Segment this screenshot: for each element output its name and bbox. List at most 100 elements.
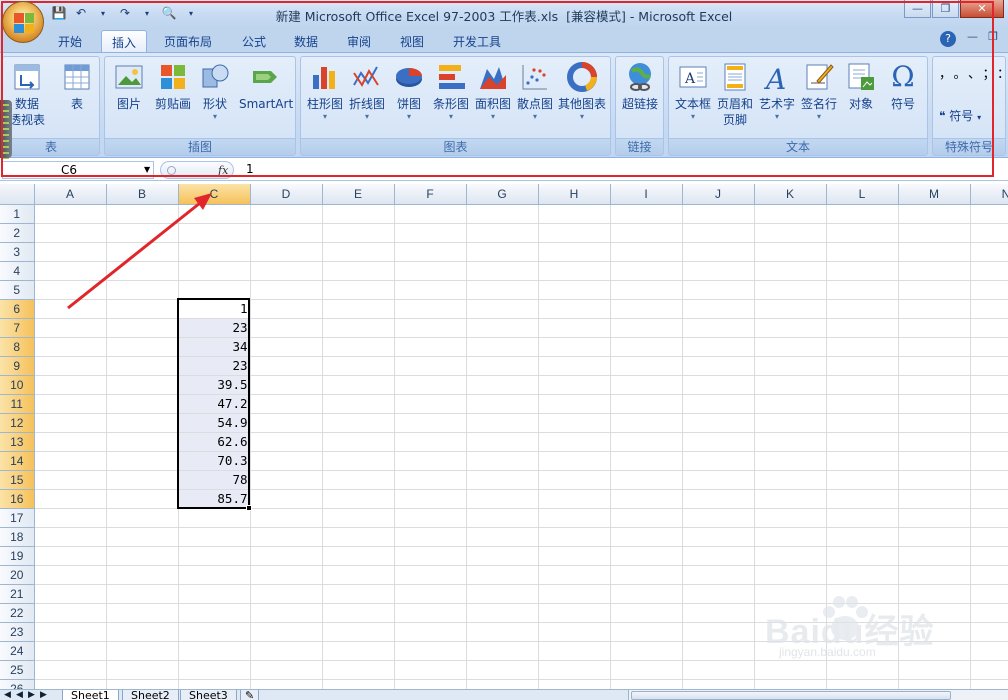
cell-l15[interactable] [826,470,899,490]
cell-e23[interactable] [322,622,395,642]
cell-i18[interactable] [610,527,683,547]
cell-d9[interactable] [250,356,323,376]
cell-i2[interactable] [610,223,683,243]
cell-b12[interactable] [106,413,179,433]
cell-g18[interactable] [466,527,539,547]
close-icon[interactable]: ✕ [960,0,1004,18]
cell-c3[interactable] [178,242,251,262]
cell-m2[interactable] [898,223,971,243]
cell-b3[interactable] [106,242,179,262]
cell-b22[interactable] [106,603,179,623]
cell-a17[interactable] [34,508,107,528]
cell-k15[interactable] [754,470,827,490]
cell-j24[interactable] [682,641,755,661]
cell-c19[interactable] [178,546,251,566]
cell-h6[interactable] [538,299,611,319]
line-chart-button[interactable]: 折线图 ▾ [345,59,389,135]
column-chart-button[interactable]: 柱形图 ▾ [303,59,347,135]
restore-workbook-icon[interactable]: ❐ [988,30,998,43]
cell-n12[interactable] [970,413,1008,433]
cell-g12[interactable] [466,413,539,433]
cell-d11[interactable] [250,394,323,414]
cell-c11[interactable]: 47.2 [178,394,251,414]
cell-n6[interactable] [970,299,1008,319]
cell-b15[interactable] [106,470,179,490]
cell-g19[interactable] [466,546,539,566]
cell-n9[interactable] [970,356,1008,376]
cell-l1[interactable] [826,204,899,224]
cell-a11[interactable] [34,394,107,414]
cell-e22[interactable] [322,603,395,623]
cell-f14[interactable] [394,451,467,471]
cell-f24[interactable] [394,641,467,661]
cell-n1[interactable] [970,204,1008,224]
cell-k12[interactable] [754,413,827,433]
name-box-dropdown-icon[interactable]: ▼ [144,165,150,174]
cell-e21[interactable] [322,584,395,604]
cell-b17[interactable] [106,508,179,528]
cell-j3[interactable] [682,242,755,262]
cell-i11[interactable] [610,394,683,414]
cell-g5[interactable] [466,280,539,300]
cell-j6[interactable] [682,299,755,319]
column-header-h[interactable]: H [538,184,611,205]
cell-b9[interactable] [106,356,179,376]
wordart-button[interactable]: A 艺术字 ▾ [755,59,799,135]
cell-k18[interactable] [754,527,827,547]
cell-i17[interactable] [610,508,683,528]
cell-n17[interactable] [970,508,1008,528]
scrollbar-thumb[interactable] [631,691,951,700]
cell-e4[interactable] [322,261,395,281]
cell-m18[interactable] [898,527,971,547]
pie-chart-button[interactable]: 饼图 ▾ [387,59,431,135]
cell-k8[interactable] [754,337,827,357]
cell-j22[interactable] [682,603,755,623]
cell-l6[interactable] [826,299,899,319]
header-footer-button[interactable]: 页眉和 页脚 [713,59,757,135]
cell-j2[interactable] [682,223,755,243]
cell-j14[interactable] [682,451,755,471]
cell-i8[interactable] [610,337,683,357]
cell-f2[interactable] [394,223,467,243]
cell-a20[interactable] [34,565,107,585]
cell-m15[interactable] [898,470,971,490]
cell-g15[interactable] [466,470,539,490]
cell-b7[interactable] [106,318,179,338]
cell-c23[interactable] [178,622,251,642]
cell-f16[interactable] [394,489,467,509]
cell-h21[interactable] [538,584,611,604]
cell-n4[interactable] [970,261,1008,281]
cell-k3[interactable] [754,242,827,262]
cell-m3[interactable] [898,242,971,262]
cell-m10[interactable] [898,375,971,395]
table-button[interactable]: 表 [55,59,99,135]
cell-d10[interactable] [250,375,323,395]
row-header-17[interactable]: 17 [0,508,35,528]
cell-n16[interactable] [970,489,1008,509]
cell-h7[interactable] [538,318,611,338]
cell-m11[interactable] [898,394,971,414]
cell-c8[interactable]: 34 [178,337,251,357]
cell-e19[interactable] [322,546,395,566]
cell-j1[interactable] [682,204,755,224]
cell-d20[interactable] [250,565,323,585]
cell-b1[interactable] [106,204,179,224]
cell-i19[interactable] [610,546,683,566]
cell-k10[interactable] [754,375,827,395]
cell-i21[interactable] [610,584,683,604]
tab-page-layout[interactable]: 页面布局 [154,30,222,52]
cell-g23[interactable] [466,622,539,642]
cell-e2[interactable] [322,223,395,243]
cell-f3[interactable] [394,242,467,262]
cell-i13[interactable] [610,432,683,452]
cell-g9[interactable] [466,356,539,376]
cell-n22[interactable] [970,603,1008,623]
cell-i20[interactable] [610,565,683,585]
cell-a10[interactable] [34,375,107,395]
column-header-a[interactable]: A [34,184,107,205]
row-header-12[interactable]: 12 [0,413,35,433]
cell-l24[interactable] [826,641,899,661]
row-header-23[interactable]: 23 [0,622,35,642]
cell-h1[interactable] [538,204,611,224]
cell-j25[interactable] [682,660,755,680]
